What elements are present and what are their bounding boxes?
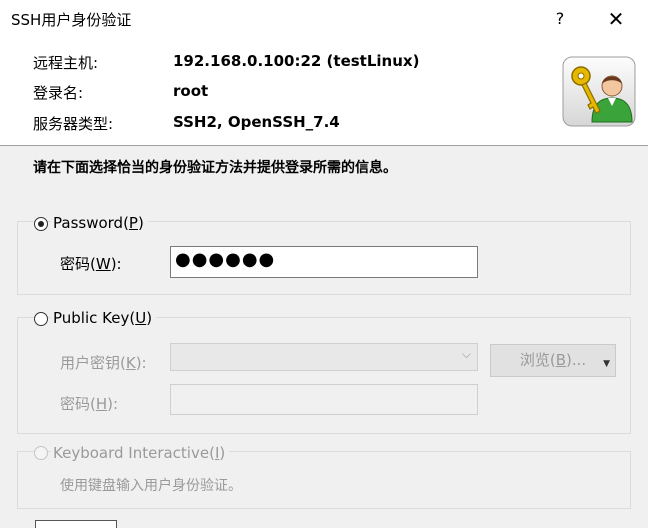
partial-bottom-button[interactable] xyxy=(35,520,117,528)
pubkey-label-pre: Public Key( xyxy=(53,309,136,327)
public-key-radio[interactable] xyxy=(34,312,48,326)
connection-info-panel: 远程主机: 192.168.0.100:22 (testLinux) 登录名: … xyxy=(0,39,648,145)
dropdown-arrow-icon: ▼ xyxy=(603,359,610,369)
server-type-label: 服务器类型: xyxy=(33,115,114,133)
browse-label-key: B xyxy=(555,351,566,369)
browse-label-post: )... xyxy=(566,351,587,369)
host-label: 远程主机: xyxy=(33,54,99,72)
close-button[interactable]: ✕ xyxy=(599,6,633,32)
user-key-label: 用户密钥(K): xyxy=(60,352,147,373)
pw-field-label-key: W xyxy=(95,255,111,273)
host-value: 192.168.0.100:22 (testLinux) xyxy=(173,52,420,70)
passphrase-input[interactable] xyxy=(170,384,478,415)
pw-field-label-pre: 密码( xyxy=(60,255,96,273)
instruction-text: 请在下面选择恰当的身份验证方法并提供登录所需的信息。 xyxy=(33,160,397,176)
password-radio-label[interactable]: Password(P) xyxy=(51,214,148,232)
keyboard-interactive-radio-label[interactable]: Keyboard Interactive(I) xyxy=(51,444,230,462)
passphrase-label-key: H xyxy=(95,395,108,413)
pubkey-label-key: U xyxy=(135,309,147,327)
user-key-label-post: ): xyxy=(135,354,147,372)
user-key-label-key: K xyxy=(125,354,136,372)
passphrase-label-post: ): xyxy=(107,395,119,413)
help-button[interactable]: ? xyxy=(545,6,575,32)
password-radio[interactable] xyxy=(34,217,48,231)
password-label-post: ) xyxy=(137,214,144,232)
keyboard-interactive-description: 使用键盘输入用户身份验证。 xyxy=(60,478,242,494)
passphrase-label-pre: 密码( xyxy=(60,395,96,413)
passphrase-label: 密码(H): xyxy=(60,393,118,414)
login-label: 登录名: xyxy=(33,84,84,102)
password-field-label: 密码(W): xyxy=(60,253,122,274)
browse-button[interactable]: 浏览(B)... ▼ xyxy=(490,344,616,377)
chevron-down-icon: ⌵ xyxy=(461,347,471,361)
kbd-label-pre: Keyboard Interactive( xyxy=(53,444,215,462)
keyboard-interactive-radio[interactable] xyxy=(34,446,48,460)
password-label-key: P xyxy=(128,214,138,232)
password-label-pre: Password( xyxy=(53,214,129,232)
user-key-label-pre: 用户密钥( xyxy=(60,354,126,372)
password-mask: ●●●●●● xyxy=(175,249,276,270)
header-separator xyxy=(0,145,648,146)
kbd-label-post: ) xyxy=(219,444,226,462)
server-type-value: SSH2, OpenSSH_7.4 xyxy=(173,113,340,131)
login-value: root xyxy=(173,82,209,100)
user-key-select[interactable]: ⌵ xyxy=(170,343,478,371)
pw-field-label-post: ): xyxy=(110,255,122,273)
pubkey-label-post: ) xyxy=(146,309,153,327)
window-title: SSH用户身份验证 xyxy=(11,11,132,29)
password-input[interactable]: ●●●●●● xyxy=(170,246,478,278)
public-key-radio-label[interactable]: Public Key(U) xyxy=(51,309,157,327)
browse-label-pre: 浏览( xyxy=(519,351,556,369)
key-user-icon xyxy=(562,56,636,127)
title-bar: SSH用户身份验证 ? ✕ xyxy=(0,0,648,39)
